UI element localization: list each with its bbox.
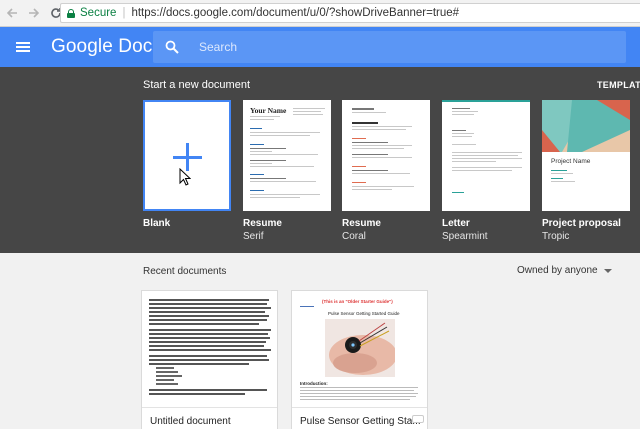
- document-title[interactable]: Untitled document: [150, 416, 231, 427]
- back-button[interactable]: [2, 3, 22, 23]
- template-name: Blank: [143, 218, 171, 229]
- text-line: [149, 355, 267, 357]
- template-name: Resume: [342, 218, 381, 229]
- owner-filter-label: Owned by anyone: [517, 265, 598, 276]
- template-blank[interactable]: Blank: [143, 100, 231, 229]
- recent-documents-title: Recent documents: [143, 266, 227, 277]
- document-card[interactable]: (This is an "Older Starter Guide") Pulse…: [291, 290, 428, 429]
- mouse-cursor-icon: [179, 168, 191, 186]
- project-name-heading: Project Name: [551, 158, 591, 165]
- arrow-right-icon: [29, 8, 40, 18]
- template-gallery-button[interactable]: TEMPLATE: [597, 80, 640, 90]
- browser-toolbar: Secure | https://docs.google.com/documen…: [0, 0, 640, 27]
- search-placeholder: Search: [199, 40, 238, 54]
- secure-label: Secure: [80, 7, 117, 19]
- text-line: [149, 299, 269, 301]
- text-line: [149, 389, 267, 391]
- text-line: [149, 337, 270, 339]
- template-name: Resume: [243, 218, 282, 229]
- document-card[interactable]: Untitled document: [141, 290, 278, 429]
- hamburger-menu-icon[interactable]: [16, 42, 30, 52]
- search-input[interactable]: Search: [153, 31, 626, 63]
- bullet-line: [156, 371, 178, 373]
- bullet-line: [156, 375, 182, 377]
- template-section-title: Start a new document: [143, 79, 251, 91]
- resume-name-heading: Your Name: [250, 106, 287, 115]
- text-line: [149, 307, 271, 309]
- document-footer: Untitled document: [142, 407, 277, 429]
- text-line: [149, 341, 266, 343]
- template-resume-serif[interactable]: Your Name Resume Serif: [243, 100, 331, 242]
- pulse-sensor-photo: [325, 319, 395, 377]
- resume-coral-thumbnail[interactable]: [342, 100, 430, 211]
- template-subtitle: Coral: [342, 231, 366, 242]
- app-title[interactable]: Google Docs: [51, 36, 162, 58]
- text-line: [149, 393, 245, 395]
- text-line: [149, 329, 271, 331]
- template-gallery: Start a new document TEMPLATE Blank Your…: [0, 67, 640, 253]
- text-line: [149, 333, 268, 335]
- doc-banner-text: (This is an "Older Starter Guide"): [322, 299, 393, 304]
- template-name: Project proposal: [542, 218, 621, 229]
- url-text[interactable]: https://docs.google.com/document/u/0/?sh…: [131, 7, 459, 19]
- owner-filter-dropdown[interactable]: Owned by anyone: [517, 265, 612, 276]
- url-divider: |: [122, 7, 126, 19]
- resume-serif-thumbnail[interactable]: Your Name: [243, 100, 331, 211]
- text-line: [149, 345, 264, 347]
- arrow-left-icon: [6, 8, 17, 18]
- tropic-banner-graphic: [542, 100, 630, 152]
- bullet-line: [156, 367, 174, 369]
- bullet-line: [156, 379, 174, 381]
- template-subtitle: Tropic: [542, 231, 570, 242]
- template-subtitle: Spearmint: [442, 231, 488, 242]
- blank-thumbnail[interactable]: [143, 100, 231, 211]
- text-line: [149, 303, 267, 305]
- template-name: Letter: [442, 218, 470, 229]
- document-thumbnail[interactable]: [142, 291, 277, 407]
- text-line: [149, 323, 259, 325]
- doc-heading-text: Pulse Sensor Getting Started Guide: [328, 311, 400, 316]
- shared-doc-icon: [412, 415, 424, 423]
- text-line: [149, 359, 269, 361]
- search-icon: [165, 40, 179, 54]
- text-line: [149, 349, 271, 351]
- template-project-proposal[interactable]: Project Name Project proposal Tropic: [542, 100, 630, 242]
- bullet-line: [156, 383, 178, 385]
- app-header: Google Docs Search: [0, 27, 640, 67]
- template-letter-spearmint[interactable]: Letter Spearmint: [442, 100, 530, 242]
- text-line: [149, 363, 249, 365]
- doc-section-heading: Introduction:: [300, 381, 328, 386]
- project-proposal-thumbnail[interactable]: Project Name: [542, 100, 630, 211]
- template-resume-coral[interactable]: Resume Coral: [342, 100, 430, 242]
- document-title[interactable]: Pulse Sensor Getting Sta...: [300, 416, 421, 427]
- text-line: [149, 315, 269, 317]
- lock-icon: [67, 8, 75, 18]
- document-footer: Pulse Sensor Getting Sta...: [292, 407, 427, 429]
- caret-down-icon: [603, 268, 612, 273]
- letter-spearmint-thumbnail[interactable]: [442, 100, 530, 211]
- forward-button[interactable]: [24, 3, 44, 23]
- document-thumbnail[interactable]: (This is an "Older Starter Guide") Pulse…: [292, 291, 427, 407]
- address-bar[interactable]: Secure | https://docs.google.com/documen…: [60, 3, 640, 23]
- text-line: [149, 319, 267, 321]
- text-line: [149, 311, 265, 313]
- template-subtitle: Serif: [243, 231, 264, 242]
